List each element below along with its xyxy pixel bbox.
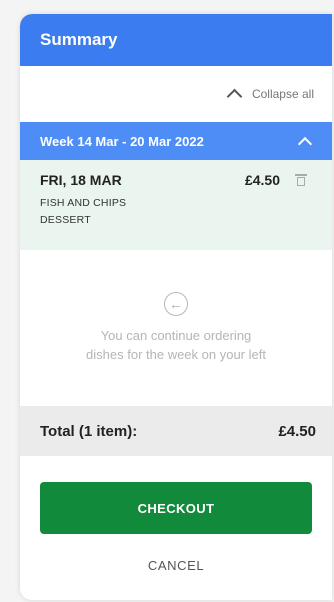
order-date: FRI, 18 MAR: [40, 172, 122, 188]
collapse-all-label: Collapse all: [251, 87, 314, 101]
summary-panel: Summary Collapse all Week 14 Mar - 20 Ma…: [20, 14, 332, 600]
total-label: Total (1 item):: [40, 422, 138, 440]
checkout-button[interactable]: CHECKOUT: [40, 482, 312, 534]
order-item: FRI, 18 MAR £4.50 FISH AND CHIPS DESSERT: [20, 160, 332, 250]
continue-line-1: You can continue ordering: [100, 328, 252, 343]
week-header[interactable]: Week 14 Mar - 20 Mar 2022: [20, 122, 332, 160]
collapse-all-button[interactable]: Collapse all: [20, 66, 332, 122]
total-row: Total (1 item): £4.50: [20, 406, 332, 456]
dish-item: DESSERT: [40, 214, 91, 226]
chevron-up-icon: [226, 88, 243, 105]
dish-item: FISH AND CHIPS: [40, 197, 127, 209]
summary-header: Summary: [20, 14, 332, 66]
continue-line-2: dishes for the week on your left: [86, 347, 266, 362]
order-price: £4.50: [244, 172, 280, 188]
total-amount: £4.50: [278, 422, 316, 440]
summary-title: Summary: [40, 30, 118, 49]
week-label: Week 14 Mar - 20 Mar 2022: [40, 133, 204, 149]
chevron-up-icon[interactable]: [297, 136, 313, 152]
trash-icon[interactable]: [295, 174, 307, 186]
arrow-left-circle-icon: ←: [164, 292, 188, 316]
continue-ordering-message: ← You can continue ordering dishes for t…: [20, 250, 332, 406]
cancel-button[interactable]: CANCEL: [20, 558, 332, 573]
